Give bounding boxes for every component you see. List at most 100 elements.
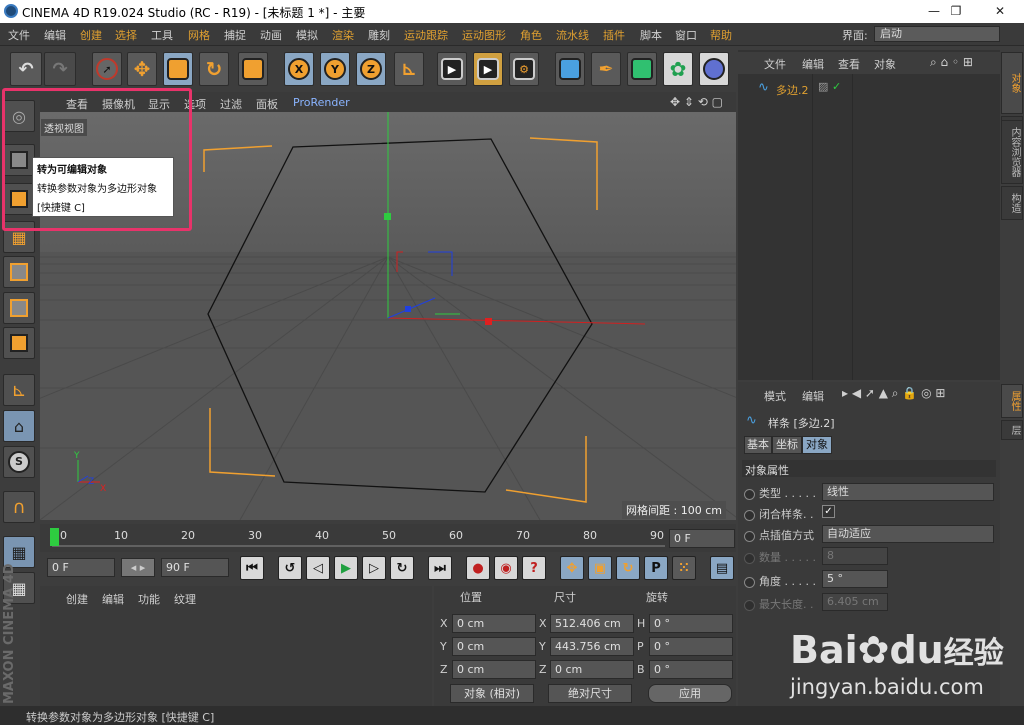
axis-mode-button[interactable]: ⊾	[3, 374, 35, 406]
close-button[interactable]: ✕	[978, 0, 1022, 23]
obj-search-icons[interactable]: ⌕ ⌂ ◦ ⊞	[930, 55, 973, 70]
record-button[interactable]: ●	[466, 556, 490, 580]
render-picture-viewer-button[interactable]: ▶	[473, 52, 503, 86]
x-axis-button[interactable]: X	[284, 52, 314, 86]
radio-icon[interactable]	[744, 530, 755, 542]
object-manager[interactable]	[738, 50, 1000, 380]
tweak-mode-button[interactable]: ⌂	[3, 410, 35, 442]
z-axis-button[interactable]: Z	[356, 52, 386, 86]
vp-menu-prorender[interactable]: ProRender	[293, 96, 350, 109]
menu-sculpt[interactable]: 雕刻	[368, 27, 390, 43]
attr-menu-edit[interactable]: 编辑	[802, 388, 824, 404]
object-name[interactable]: 多边.2	[776, 82, 809, 98]
prev-key-button[interactable]: ↺	[278, 556, 302, 580]
interpolation-select[interactable]: 自动适应	[822, 525, 994, 543]
menu-animate[interactable]: 动画	[260, 27, 282, 43]
size-y-field[interactable]: 443.756 cm	[550, 637, 634, 656]
key-scale-button[interactable]: ▣	[588, 556, 612, 580]
polygons-mode-button[interactable]	[3, 327, 35, 359]
object-row[interactable]: ∿ 多边.2 ▨ ✓	[744, 78, 994, 98]
cloner-button[interactable]: ✿	[663, 52, 693, 86]
x-handle[interactable]	[485, 318, 492, 325]
obj-menu-view[interactable]: 查看	[838, 56, 860, 72]
tab-basic[interactable]: 基本	[744, 436, 772, 454]
live-select-button[interactable]: ➚	[92, 52, 122, 86]
goto-start-button[interactable]: ⏮	[240, 556, 264, 580]
range-slider[interactable]: ◂ ▸	[121, 558, 155, 577]
prev-frame-button[interactable]: ◁	[306, 556, 330, 580]
key-parameter-button[interactable]: P	[644, 556, 668, 580]
points-mode-button[interactable]	[3, 256, 35, 288]
menu-simulate[interactable]: 模拟	[296, 27, 318, 43]
vp-menu-filter[interactable]: 过滤	[220, 96, 242, 112]
keyframe-selection-button[interactable]: ?	[522, 556, 546, 580]
attr-menu-mode[interactable]: 模式	[764, 388, 786, 404]
render-settings-button[interactable]: ⚙	[509, 52, 539, 86]
menu-create[interactable]: 创建	[80, 27, 102, 43]
tab-layers[interactable]: 层	[1001, 420, 1023, 440]
key-position-button[interactable]: ✥	[560, 556, 584, 580]
pos-z-field[interactable]: 0 cm	[452, 660, 536, 679]
menu-pipeline[interactable]: 流水线	[556, 27, 589, 43]
next-key-button[interactable]: ↻	[390, 556, 414, 580]
mat-menu-texture[interactable]: 纹理	[174, 591, 196, 607]
rot-b-field[interactable]: 0 °	[649, 660, 733, 679]
visibility-dots[interactable]: ▨	[818, 80, 828, 93]
coord-system-button[interactable]: ⊾	[394, 52, 424, 86]
radio-icon[interactable]	[744, 576, 755, 588]
menu-snap[interactable]: 捕捉	[224, 27, 246, 43]
magnet-button[interactable]: ∩	[3, 491, 35, 523]
layout-select[interactable]: 启动	[874, 26, 1000, 42]
snap-button[interactable]: S	[3, 446, 35, 478]
tab-objects[interactable]: 对象	[1001, 52, 1023, 114]
menu-render[interactable]: 渲染	[332, 27, 354, 43]
radio-icon[interactable]	[744, 509, 755, 521]
maximize-button[interactable]: ❐	[934, 0, 978, 23]
playhead[interactable]	[50, 528, 59, 546]
render-view-button[interactable]: ▶	[437, 52, 467, 86]
autokey-button[interactable]: ◉	[494, 556, 518, 580]
closed-spline-checkbox[interactable]: ✓	[822, 505, 835, 518]
menu-tools[interactable]: 工具	[151, 27, 173, 43]
enabled-check-icon[interactable]: ✓	[832, 80, 841, 93]
obj-menu-file[interactable]: 文件	[764, 56, 786, 72]
current-frame-field[interactable]: 0 F	[669, 529, 735, 548]
end-frame-field[interactable]: 90 F	[161, 558, 229, 577]
rot-h-field[interactable]: 0 °	[649, 614, 733, 633]
apply-button[interactable]: 应用	[648, 684, 732, 703]
scale-button[interactable]	[163, 52, 193, 86]
mat-menu-function[interactable]: 功能	[138, 591, 160, 607]
viewport-nav-icons[interactable]: ✥ ⇕ ⟲ ▢	[670, 95, 723, 109]
deformer-button[interactable]	[699, 52, 729, 86]
tab-object[interactable]: 对象	[802, 436, 832, 454]
move-button[interactable]: ✥	[127, 52, 157, 86]
y-axis-button[interactable]: Y	[320, 52, 350, 86]
menu-character[interactable]: 角色	[520, 27, 542, 43]
play-button[interactable]: ▶	[334, 556, 358, 580]
type-select[interactable]: 线性	[822, 483, 994, 501]
menu-plugins[interactable]: 插件	[603, 27, 625, 43]
menu-script[interactable]: 脚本	[640, 27, 662, 43]
tab-structure[interactable]: 构造	[1001, 186, 1023, 220]
menu-help[interactable]: 帮助	[710, 27, 732, 43]
tab-attributes[interactable]: 属性	[1001, 384, 1023, 418]
coord-mode-select[interactable]: 对象 (相对)	[450, 684, 534, 703]
menu-file[interactable]: 文件	[8, 27, 30, 43]
obj-menu-object[interactable]: 对象	[874, 56, 896, 72]
key-pla-button[interactable]: ⁙	[672, 556, 696, 580]
size-mode-select[interactable]: 绝对尺寸	[548, 684, 632, 703]
radio-icon[interactable]	[744, 488, 755, 500]
timeline-window-button[interactable]: ▤	[710, 556, 734, 580]
menu-motion-tracking[interactable]: 运动跟踪	[404, 27, 448, 43]
attr-nav-icons[interactable]: ▸ ◀ ➚ ▲ ⌕ 🔒 ◎ ⊞	[842, 386, 945, 401]
start-frame-field[interactable]: 0 F	[47, 558, 115, 577]
rotate-button[interactable]: ↻	[199, 52, 229, 86]
undo-button[interactable]: ↶	[10, 52, 42, 86]
goto-end-button[interactable]: ⏭	[428, 556, 452, 580]
rot-p-field[interactable]: 0 °	[649, 637, 733, 656]
size-z-field[interactable]: 0 cm	[550, 660, 634, 679]
y-handle[interactable]	[384, 213, 391, 220]
menu-mograph[interactable]: 运动图形	[462, 27, 506, 43]
cube-button[interactable]	[555, 52, 585, 86]
tab-coord[interactable]: 坐标	[772, 436, 802, 454]
